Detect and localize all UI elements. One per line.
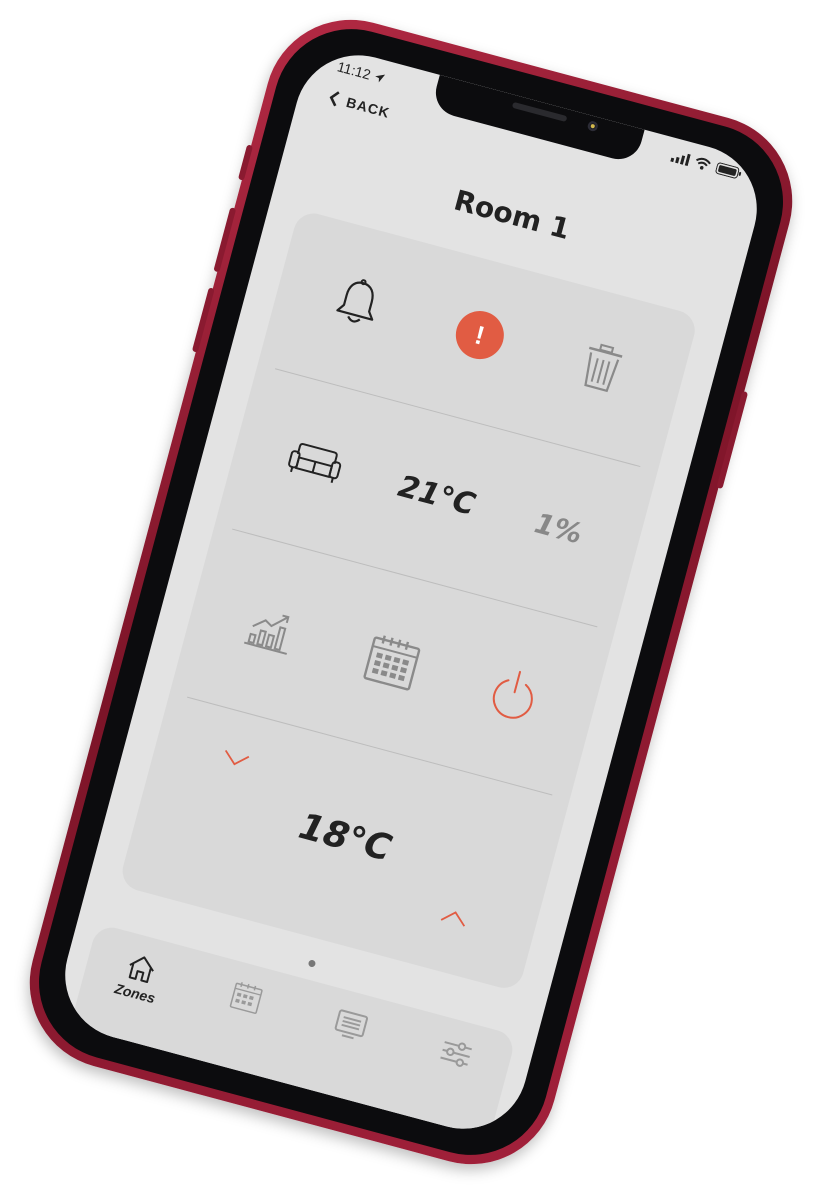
home-icon	[128, 956, 155, 984]
signal-icon	[670, 153, 691, 167]
phone-device: 11:12 BACK Room 1 ! 21℃ 1% 18℃ Zones	[10, 0, 812, 1184]
sofa-icon	[288, 443, 342, 483]
chevron-down-icon[interactable]	[220, 748, 251, 771]
list-icon	[334, 1009, 369, 1040]
calendar-icon	[229, 982, 263, 1014]
setpoint-temperature: 18℃	[294, 805, 396, 870]
bell-icon[interactable]	[331, 274, 386, 332]
tab-settings[interactable]	[413, 1028, 498, 1078]
current-temperature: 21℃	[394, 468, 480, 523]
tab-display[interactable]	[309, 1000, 394, 1050]
humidity-percentage: 1%	[531, 505, 586, 551]
status-time-text: 11:12	[335, 58, 373, 83]
battery-icon	[715, 162, 742, 179]
alert-icon[interactable]: !	[450, 305, 510, 365]
chevron-up-icon[interactable]	[439, 906, 470, 929]
alert-symbol: !	[471, 318, 489, 351]
tab-schedule[interactable]	[204, 972, 289, 1022]
trash-icon[interactable]	[576, 339, 627, 396]
front-camera	[586, 120, 599, 133]
status-time: 11:12	[336, 58, 387, 86]
app-screen: 11:12 BACK Room 1 ! 21℃ 1% 18℃ Zones	[50, 40, 772, 1144]
chevron-left-icon	[329, 91, 340, 107]
location-arrow-icon	[375, 74, 386, 82]
calendar-icon[interactable]	[360, 630, 424, 694]
back-label: BACK	[344, 93, 392, 121]
sliders-icon	[440, 1041, 472, 1067]
speaker-grille	[511, 101, 568, 123]
chart-icon[interactable]	[241, 600, 300, 659]
back-button[interactable]: BACK	[327, 89, 392, 121]
wifi-icon	[696, 157, 711, 170]
page-indicator-dot	[307, 959, 317, 968]
power-icon[interactable]	[484, 663, 544, 726]
tab-zones[interactable]: Zones	[94, 944, 184, 1011]
status-indicators	[670, 150, 743, 180]
